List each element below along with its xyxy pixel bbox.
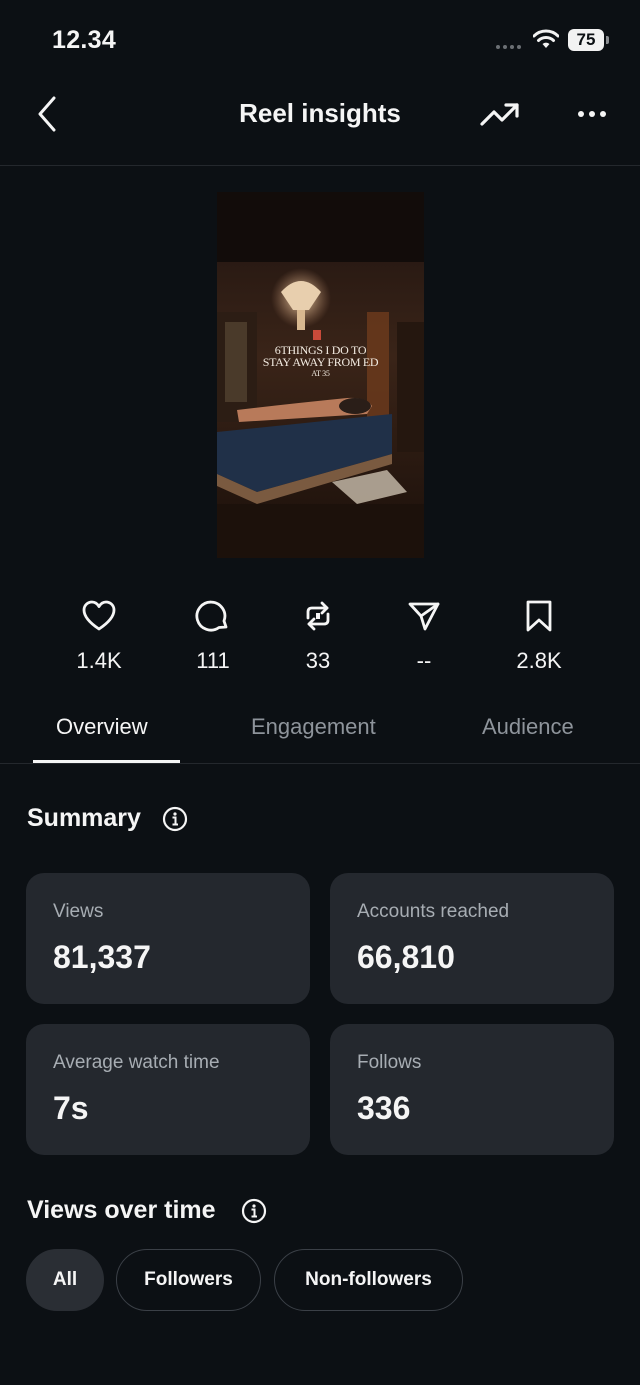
engagement-stats: 1.4K 111 33 -- 2.8K — [0, 598, 640, 678]
average-watch-time-card[interactable]: Average watch time 7s — [26, 1024, 310, 1155]
likes-stat: 1.4K — [49, 598, 149, 674]
battery-indicator: 75 — [568, 29, 604, 51]
follows-label: Follows — [357, 1052, 422, 1073]
comments-stat: 111 — [163, 598, 263, 674]
save-icon — [526, 600, 552, 632]
reel-thumbnail[interactable]: 6THINGS I DO TO STAY AWAY FROM ED AT 35 — [217, 192, 424, 558]
average-watch-time-label: Average watch time — [53, 1052, 220, 1073]
trending-icon[interactable] — [478, 94, 522, 134]
follows-card[interactable]: Follows 336 — [330, 1024, 614, 1155]
views-label: Views — [53, 901, 104, 922]
tab-overview[interactable]: Overview — [56, 714, 148, 740]
share-icon — [408, 602, 440, 631]
accounts-reached-label: Accounts reached — [357, 901, 510, 922]
reel-caption-line2: STAY AWAY FROM ED — [262, 355, 379, 369]
battery-nub — [606, 36, 609, 44]
tab-engagement[interactable]: Engagement — [251, 714, 376, 740]
views-over-time-title: Views over time — [27, 1196, 216, 1224]
comment-icon — [195, 600, 228, 632]
insights-tabs: Overview Engagement Audience — [0, 690, 640, 764]
reposts-stat: 33 — [268, 598, 368, 674]
average-watch-time-value: 7s — [53, 1090, 89, 1126]
page-title: Reel insights — [239, 98, 401, 128]
comments-count: 111 — [196, 648, 230, 673]
battery-level: 75 — [576, 30, 596, 49]
tab-audience[interactable]: Audience — [482, 714, 574, 740]
filter-all[interactable]: All — [26, 1249, 104, 1311]
reel-caption-line3: AT 35 — [311, 369, 330, 378]
summary-title: Summary — [27, 804, 141, 832]
status-time: 12.34 — [52, 26, 117, 54]
reposts-count: 33 — [305, 648, 331, 673]
accounts-reached-value: 66,810 — [357, 939, 455, 975]
likes-count: 1.4K — [76, 648, 122, 673]
filter-followers[interactable]: Followers — [116, 1249, 261, 1311]
views-value: 81,337 — [53, 939, 151, 975]
reel-caption: 6THINGS I DO TO STAY AWAY FROM ED AT 35 — [217, 344, 424, 380]
cellular-signal-icon — [496, 45, 521, 49]
accounts-reached-card[interactable]: Accounts reached 66,810 — [330, 873, 614, 1004]
saves-count: 2.8K — [516, 648, 562, 673]
repost-icon — [306, 601, 330, 631]
saves-stat: 2.8K — [489, 598, 589, 674]
summary-info-icon[interactable] — [162, 806, 188, 832]
views-over-time-info-icon[interactable] — [241, 1198, 267, 1224]
more-options-icon[interactable] — [572, 98, 612, 130]
active-tab-indicator — [33, 760, 180, 763]
shares-stat: -- — [374, 598, 474, 674]
follows-value: 336 — [357, 1090, 411, 1126]
filter-non-followers[interactable]: Non-followers — [274, 1249, 463, 1311]
shares-count: -- — [416, 648, 432, 673]
status-bar: 12.34 75 — [0, 0, 640, 80]
heart-icon — [82, 600, 116, 631]
views-card[interactable]: Views 81,337 — [26, 873, 310, 1004]
wifi-icon — [533, 29, 559, 48]
header-bar: Reel insights — [0, 80, 640, 166]
